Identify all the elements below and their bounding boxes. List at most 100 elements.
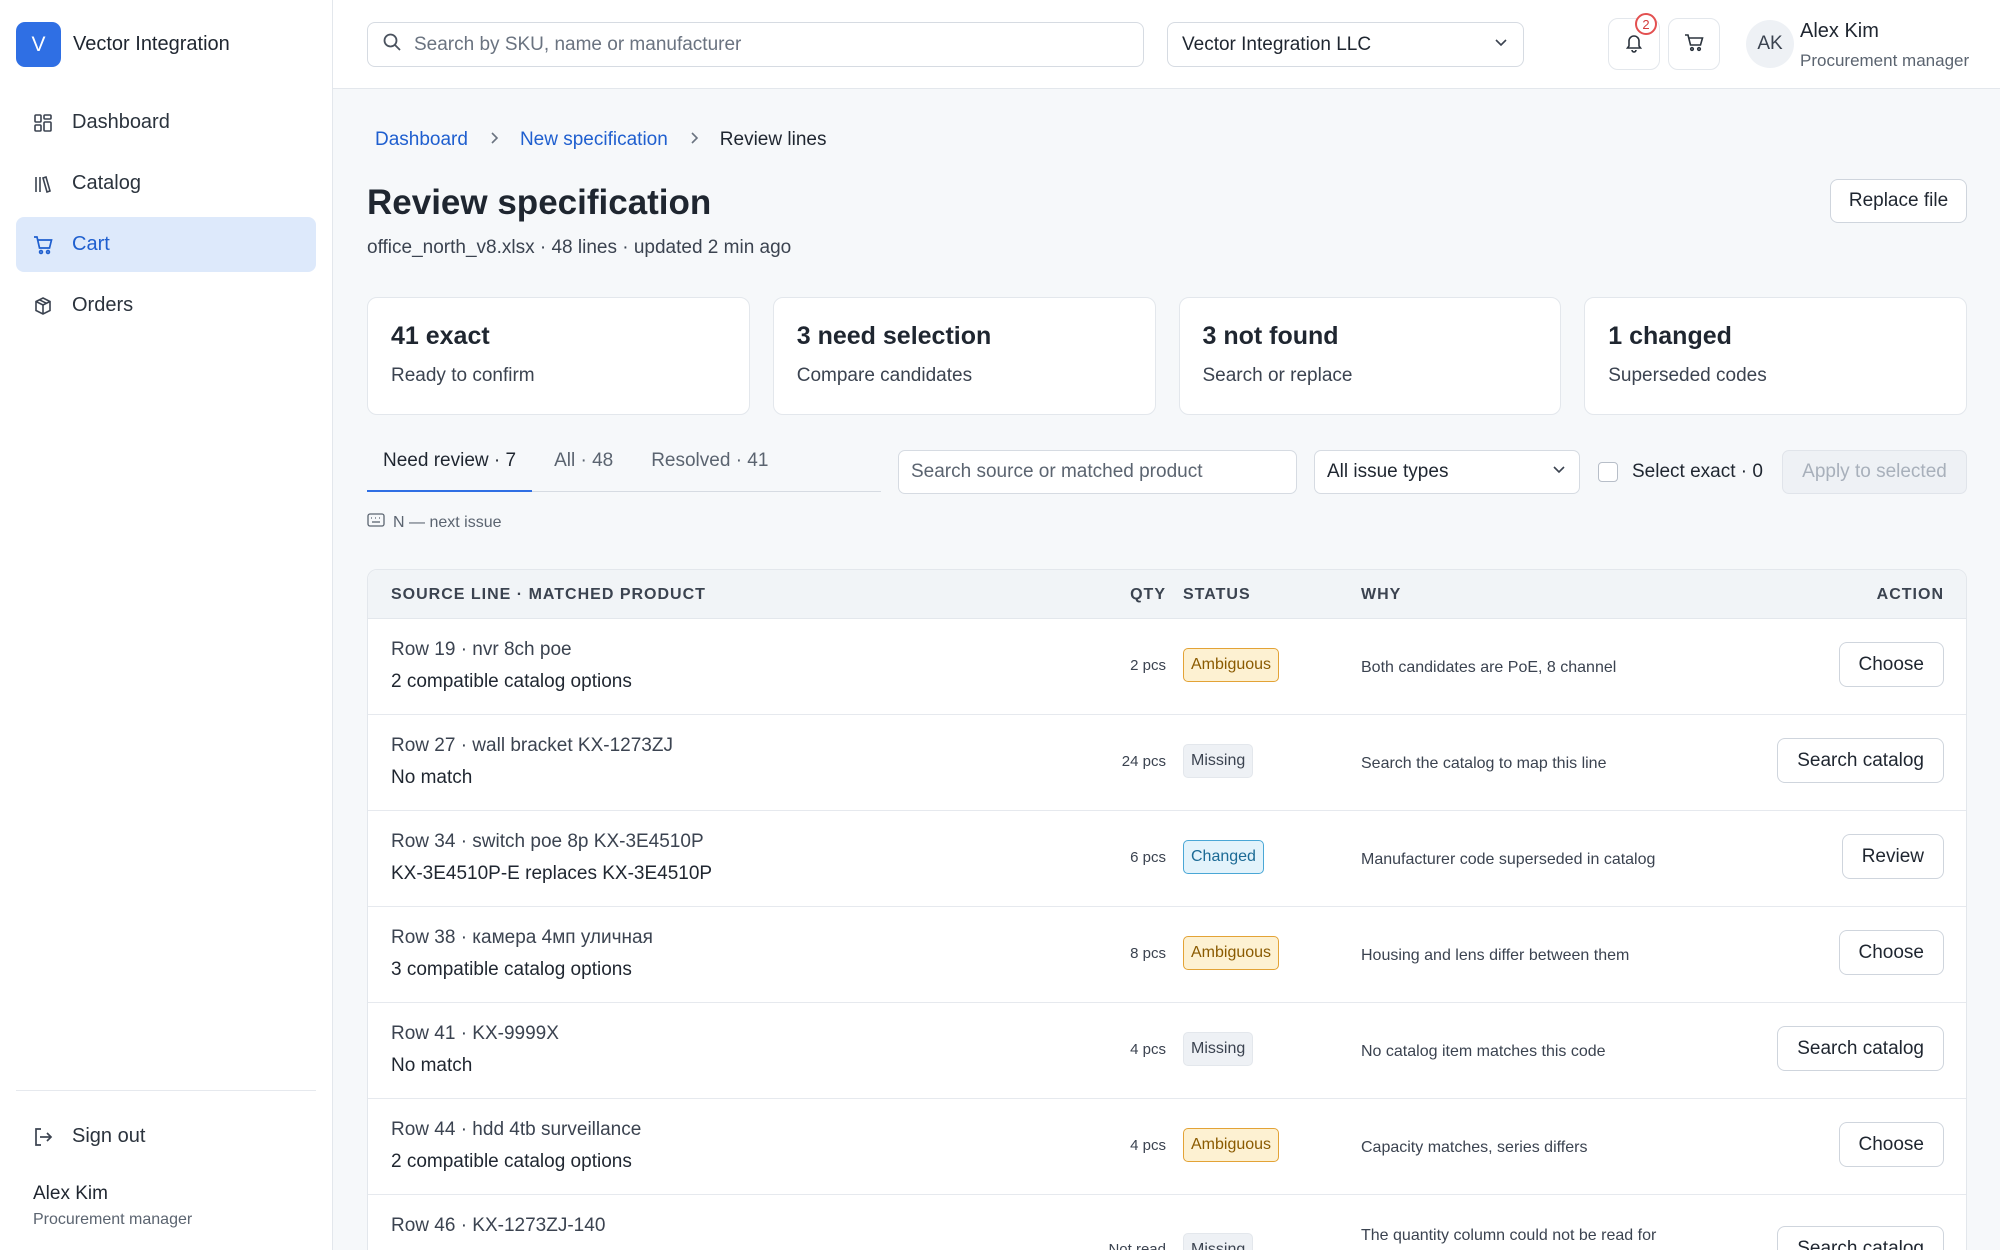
matched-product: 2 compatible catalog options <box>391 671 632 692</box>
column-header-action: ACTION <box>1876 586 1944 603</box>
source-line: Row 19 · nvr 8ch poe <box>391 639 572 660</box>
select-exact-label: Select exact · 0 <box>1632 461 1763 482</box>
select-exact-checkbox[interactable] <box>1598 462 1618 482</box>
replace-file-button[interactable]: Replace file <box>1830 179 1967 223</box>
why-text: Manufacturer code superseded in catalog <box>1361 851 1656 868</box>
line-search-input[interactable] <box>898 450 1297 494</box>
search-catalog-button[interactable]: Search catalog <box>1777 1026 1944 1071</box>
brand-logo: V <box>16 22 61 67</box>
column-header-source: SOURCE LINE · MATCHED PRODUCT <box>391 586 706 603</box>
summary-card-changed[interactable]: 1 changed Superseded codes <box>1584 297 1967 415</box>
table-row[interactable]: Row 27 · wall bracket KX-1273ZJ No match… <box>368 715 1966 811</box>
cart-icon <box>32 234 54 256</box>
source-line: Row 38 · камера 4мп уличная <box>391 927 653 948</box>
sidebar-item-catalog[interactable]: Catalog <box>16 156 316 211</box>
sidebar-footer: Sign out <box>16 1090 316 1164</box>
chevron-right-icon <box>688 129 700 151</box>
table-row[interactable]: Row 41 · KX-9999X No match 4 pcs Missing… <box>368 1003 1966 1099</box>
tab-all[interactable]: All · 48 <box>538 450 629 492</box>
table-row[interactable]: Row 46 · KX-1273ZJ-140 Not read Missing … <box>368 1195 1966 1250</box>
why-text: Both candidates are PoE, 8 channel <box>1361 659 1617 676</box>
summary-card-value: 41 exact <box>391 322 490 350</box>
summary-card-need-selection[interactable]: 3 need selection Compare candidates <box>772 297 1156 415</box>
sidebar-item-label: Catalog <box>72 172 141 194</box>
matched-product: 3 compatible catalog options <box>391 959 632 980</box>
matched-product: No match <box>391 767 473 788</box>
company-select-value: Vector Integration LLC <box>1182 33 1372 55</box>
status-badge: Ambiguous <box>1183 1128 1280 1162</box>
bell-icon <box>1623 31 1645 58</box>
sidebar-user-role: Procurement manager <box>33 1211 193 1228</box>
status-badge: Changed <box>1183 840 1264 874</box>
topbar-user-name: Alex Kim <box>1800 20 1879 42</box>
company-select[interactable]: Vector Integration LLC <box>1167 22 1524 67</box>
tab-resolved[interactable]: Resolved · 41 <box>635 450 784 492</box>
summary-card-not-found[interactable]: 3 not found Search or replace <box>1178 297 1562 415</box>
table-header: SOURCE LINE · MATCHED PRODUCT QTY STATUS… <box>368 570 1966 619</box>
quantity: 24 pcs <box>1121 753 1166 770</box>
status-badge: Missing <box>1183 1233 1254 1250</box>
summary-card-caption: Search or replace <box>1202 365 1353 386</box>
choose-button[interactable]: Choose <box>1838 1122 1944 1167</box>
table-row[interactable]: Row 44 · hdd 4tb surveillance 2 compatib… <box>368 1099 1966 1195</box>
source-line: Row 46 · KX-1273ZJ-140 <box>391 1215 606 1236</box>
chevron-right-icon <box>488 129 500 151</box>
chevron-down-icon <box>1551 461 1567 483</box>
sidebar-item-dashboard[interactable]: Dashboard <box>16 95 316 150</box>
apply-to-selected-button[interactable]: Apply to selected <box>1782 450 1967 494</box>
global-search <box>367 22 1144 67</box>
why-text: No catalog item matches this code <box>1361 1043 1606 1060</box>
keyboard-hint-text: N — next issue <box>393 513 502 531</box>
matched-product: KX-3E4510P-E replaces KX-3E4510P <box>391 863 713 884</box>
tab-need-review[interactable]: Need review · 7 <box>367 450 533 492</box>
catalog-icon <box>32 173 54 195</box>
select-exact-toggle[interactable]: Select exact · 0 <box>1598 450 1763 494</box>
choose-button[interactable]: Choose <box>1838 930 1944 975</box>
review-button[interactable]: Review <box>1841 834 1944 879</box>
topbar-user-role: Procurement manager <box>1800 51 1970 70</box>
table-row[interactable]: Row 19 · nvr 8ch poe 2 compatible catalo… <box>368 619 1966 715</box>
summary-card-value: 1 changed <box>1608 322 1732 350</box>
breadcrumb-current: Review lines <box>719 129 827 150</box>
notifications-button[interactable]: 2 <box>1608 13 1660 70</box>
column-header-qty: QTY <box>1130 586 1166 603</box>
sidebar-nav: Dashboard Catalog Cart Orders <box>16 95 316 339</box>
search-input[interactable] <box>414 33 1114 56</box>
why-text: Housing and lens differ between them <box>1361 947 1630 964</box>
brand[interactable]: V Vector Integration <box>16 22 230 67</box>
why-text: Capacity matches, series differs <box>1361 1139 1588 1156</box>
page-subtitle: office_north_v8.xlsx · 48 lines · update… <box>367 237 792 258</box>
sign-out-button[interactable]: Sign out <box>16 1109 316 1164</box>
breadcrumb-link-new-specification[interactable]: New specification <box>520 129 668 151</box>
source-line: Row 41 · KX-9999X <box>391 1023 559 1044</box>
search-catalog-button[interactable]: Search catalog <box>1777 1226 1944 1250</box>
sidebar-item-label: Dashboard <box>72 111 170 133</box>
choose-button[interactable]: Choose <box>1838 642 1944 687</box>
brand-name: Vector Integration <box>73 33 230 55</box>
sidebar-item-orders[interactable]: Orders <box>16 278 316 333</box>
summary-card-caption: Ready to confirm <box>391 365 535 386</box>
summary-card-value: 3 not found <box>1202 322 1339 350</box>
summary-card-exact[interactable]: 41 exact Ready to confirm <box>367 297 750 415</box>
issue-type-select[interactable]: All issue types <box>1314 450 1580 494</box>
quantity: 6 pcs <box>1130 849 1166 866</box>
sidebar-item-cart[interactable]: Cart <box>16 217 316 272</box>
table-row[interactable]: Row 38 · камера 4мп уличная 3 compatible… <box>368 907 1966 1003</box>
breadcrumb-link-dashboard[interactable]: Dashboard <box>375 129 468 151</box>
summary-card-caption: Compare candidates <box>796 365 973 386</box>
quantity: 4 pcs <box>1130 1137 1166 1154</box>
why-text: Search the catalog to map this line <box>1361 755 1607 772</box>
column-header-status: STATUS <box>1183 586 1251 603</box>
table-row[interactable]: Row 34 · switch poe 8p KX-3E4510P KX-3E4… <box>368 811 1966 907</box>
status-badge: Missing <box>1183 1032 1254 1066</box>
avatar[interactable]: AK <box>1746 20 1794 68</box>
sidebar-user-name: Alex Kim <box>33 1183 108 1204</box>
sign-out-label: Sign out <box>72 1125 146 1147</box>
cart-button[interactable] <box>1668 18 1720 70</box>
breadcrumb: Dashboard New specification Review lines <box>375 129 826 151</box>
box-icon <box>32 295 54 317</box>
quantity: 8 pcs <box>1130 945 1166 962</box>
quantity: Not read <box>1108 1241 1166 1250</box>
search-catalog-button[interactable]: Search catalog <box>1777 738 1944 783</box>
topbar-user[interactable]: Alex Kim Procurement manager <box>1800 20 1969 71</box>
